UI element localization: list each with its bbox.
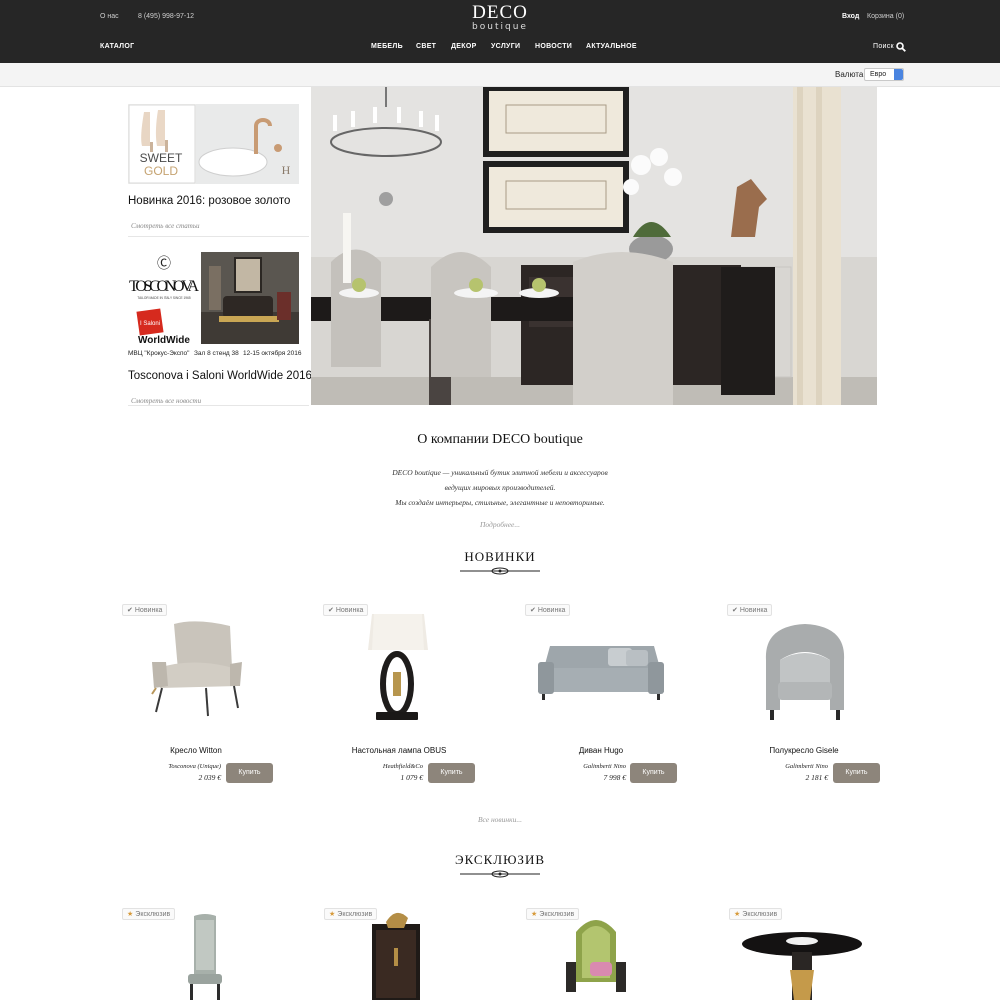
logo-title: DECO [472, 2, 528, 23]
star-icon: ★ [734, 911, 741, 918]
buy-button[interactable]: Купить [833, 763, 880, 783]
event-hall: Зал 8 стенд 38 [194, 350, 239, 357]
about-link[interactable]: О нас [100, 13, 119, 20]
svg-text:Ⓒ: Ⓒ [157, 256, 171, 272]
event-dates: 12-15 октября 2016 [243, 350, 302, 357]
badge-new: ✔ Новинка [727, 604, 773, 616]
divider [128, 236, 309, 237]
news-more-link[interactable]: Смотреть все статьи [131, 222, 200, 230]
product-image-lamp-obus[interactable] [362, 612, 432, 724]
svg-text:H: H [282, 163, 291, 177]
nav-item-decor[interactable]: ДЕКОР [451, 43, 477, 50]
section-title-exclusive: ЭКСКЛЮЗИВ [454, 852, 546, 867]
product-name[interactable]: Настольная лампа OBUS [299, 746, 499, 755]
badge-label: Новинка [739, 607, 768, 614]
svg-text:TOSCONOVA: TOSCONOVA [129, 278, 199, 295]
product-image-exclusive-cabinet[interactable] [364, 908, 428, 1000]
cart-link[interactable]: Корзина (0) [867, 13, 904, 20]
currency-select[interactable]: Евро [864, 68, 904, 81]
svg-text:TAILOR MADE IN ITALY SINCE 196: TAILOR MADE IN ITALY SINCE 1965 [137, 296, 190, 300]
nav-item-services[interactable]: УСЛУГИ [491, 43, 520, 50]
about-more-link[interactable]: Подробнее... [0, 520, 1000, 529]
buy-button[interactable]: Купить [630, 763, 677, 783]
about-title: О компании DECO boutique [417, 432, 583, 447]
phone-number: 8 (495) 998-97-12 [138, 13, 195, 20]
ornament-divider-icon [460, 870, 540, 878]
product-brand: Galimberti Nino [785, 763, 828, 770]
buy-button[interactable]: Купить [226, 763, 273, 783]
badge-label: Новинка [335, 607, 364, 614]
news-more-link[interactable]: Смотреть все новости [131, 397, 201, 405]
check-icon: ✔ [530, 607, 536, 614]
nav-item-furniture[interactable]: МЕБЕЛЬ [371, 43, 403, 50]
product-brand: Tosconova (Unique) [168, 763, 221, 770]
select-arrow-icon [894, 69, 903, 80]
product-image-exclusive-chair[interactable] [180, 914, 230, 1000]
badge-new: ✔ Новинка [122, 604, 168, 616]
product-image-sofa-hugo[interactable] [536, 640, 666, 704]
news-image-tosconova-logo[interactable]: Ⓒ TOSCONOVA TAILOR MADE IN ITALY SINCE 1… [128, 252, 200, 344]
product-price: 2 181 € [805, 773, 829, 782]
currency-value: Евро [870, 71, 887, 78]
check-icon: ✔ [732, 607, 738, 614]
product-image-armchair-witton[interactable] [146, 616, 246, 720]
nav-item-topical[interactable]: АКТУАЛЬНОЕ [586, 43, 637, 50]
logo-subtitle: boutique [472, 22, 528, 32]
event-venue: МВЦ "Крокус-Экспо" [128, 350, 190, 357]
product-brand: Heathfield&Co [382, 763, 423, 770]
product-price: 2 039 € [198, 773, 222, 782]
product-name[interactable]: Кресло Witton [96, 746, 296, 755]
nav-item-news[interactable]: НОВОСТИ [535, 43, 572, 50]
search-icon[interactable] [896, 42, 906, 52]
news-image-showroom[interactable] [201, 252, 299, 344]
svg-text:I Saloni: I Saloni [140, 321, 160, 327]
product-brand: Galimberti Nino [583, 763, 626, 770]
badge-label: Новинка [134, 607, 163, 614]
divider [128, 405, 309, 406]
star-icon: ★ [531, 911, 538, 918]
about-text-line: DECO boutique — уникальный бутик элитной… [392, 468, 608, 477]
badge-exclusive: ★ Эксклюзив [122, 908, 176, 920]
currency-label: Валюта [835, 70, 864, 79]
product-image-exclusive-table[interactable] [740, 930, 864, 1000]
nav-item-light[interactable]: СВЕТ [416, 43, 436, 50]
product-name[interactable]: Диван Hugo [501, 746, 701, 755]
svg-text:GOLD: GOLD [144, 164, 178, 178]
section-title-new: НОВИНКИ [464, 549, 536, 564]
buy-button[interactable]: Купить [428, 763, 475, 783]
search-link[interactable]: Поиск [873, 43, 894, 50]
news-image-sweet-gold[interactable]: SWEET GOLD H [128, 104, 299, 184]
about-text-line: ведущих мировых производителей. [444, 483, 556, 492]
product-image-armchair-gisele[interactable] [758, 620, 852, 722]
svg-text:WorldWide: WorldWide [138, 335, 190, 344]
star-icon: ★ [329, 911, 336, 918]
about-text-line: Мы создаём интерьеры, стильные, элегантн… [395, 498, 605, 507]
star-icon: ★ [127, 911, 134, 918]
login-link[interactable]: Вход [842, 13, 859, 20]
svg-text:SWEET: SWEET [140, 151, 183, 165]
product-price: 7 998 € [603, 773, 627, 782]
product-name[interactable]: Полукресло Gisele [704, 746, 904, 755]
product-price: 1 079 € [400, 773, 424, 782]
badge-label: Эксклюзив [135, 911, 171, 918]
hero-dining-room-image[interactable] [311, 87, 877, 405]
badge-label: Эксклюзив [742, 911, 778, 918]
top-header: О нас 8 (495) 998-97-12 DECO boutique Вх… [0, 0, 1000, 63]
check-icon: ✔ [328, 607, 334, 614]
news-title[interactable]: Новинка 2016: розовое золото [128, 195, 290, 207]
badge-exclusive: ★ Эксклюзив [729, 908, 783, 920]
all-new-link[interactable]: Все новинки... [0, 815, 1000, 824]
badge-new: ✔ Новинка [525, 604, 571, 616]
ornament-divider-icon [460, 567, 540, 575]
catalog-menu[interactable]: КАТАЛОГ [100, 43, 134, 50]
check-icon: ✔ [127, 607, 133, 614]
product-image-exclusive-armchair[interactable] [560, 912, 632, 1000]
news-title[interactable]: Tosconova i Saloni WorldWide 2016 [128, 370, 312, 382]
badge-label: Новинка [537, 607, 566, 614]
logo[interactable]: DECO boutique [440, 3, 560, 32]
